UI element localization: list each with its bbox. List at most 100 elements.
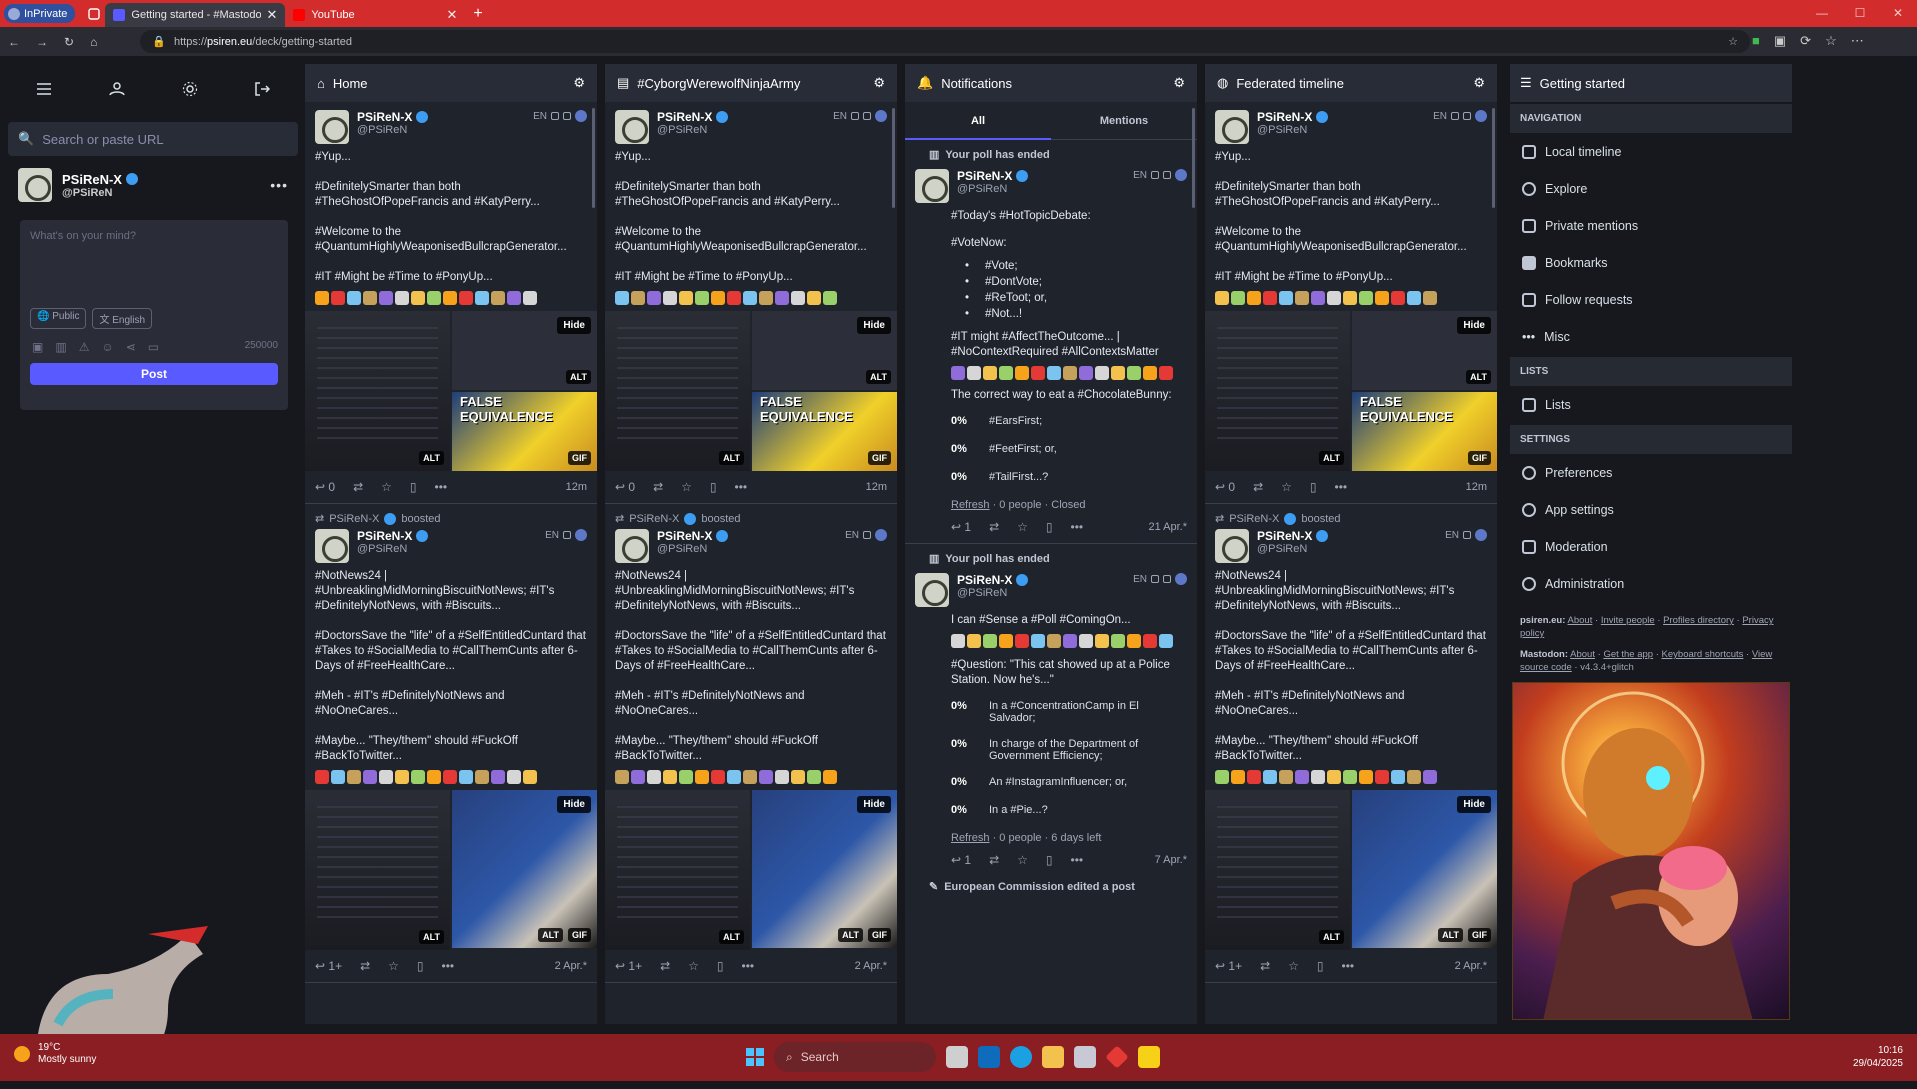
bookmark-button[interactable]: ▯ [1310, 480, 1317, 494]
nav-app-settings[interactable]: App settings [1510, 491, 1792, 528]
nav-private-mentions[interactable]: Private mentions [1510, 207, 1792, 244]
alt-badge[interactable]: ALT [866, 370, 891, 384]
bookmark-button[interactable]: ▯ [1046, 853, 1053, 867]
tab-mentions[interactable]: Mentions [1051, 102, 1197, 140]
nav-preferences[interactable]: Preferences [1510, 454, 1792, 491]
back-icon[interactable]: ← [8, 35, 20, 49]
nav-explore[interactable]: Explore [1510, 170, 1792, 207]
url-field[interactable]: 🔒 https://psiren.eu/deck/getting-started… [140, 30, 1750, 53]
boost-button[interactable]: ⇄ [989, 520, 999, 534]
reply-button[interactable]: ↩ 0 [615, 480, 635, 494]
current-account[interactable]: PSiReN-X @PSiReN ••• [8, 168, 298, 202]
poll-refresh-link[interactable]: Refresh [951, 832, 990, 844]
alt-badge[interactable]: ALT [1319, 451, 1344, 465]
hide-media-button[interactable]: Hide [1457, 796, 1491, 813]
media-gallery[interactable]: ALT Hide ALT FALSE EQUIVALENCE GIF [605, 311, 897, 471]
favourite-button[interactable]: ☆ [1281, 480, 1292, 494]
preferences-icon[interactable] [182, 81, 198, 97]
scrollbar[interactable] [592, 108, 595, 208]
edge-icon[interactable] [1010, 1046, 1032, 1068]
avatar[interactable] [615, 529, 649, 563]
boost-button[interactable]: ⇄ [660, 959, 670, 973]
status-card[interactable]: PSiReN-X @PSiReN EN #NotNews24 | #Unbreakl… [605, 525, 897, 983]
column-settings-icon[interactable]: ⚙ [1173, 75, 1185, 91]
reply-button[interactable]: ↩ 0 [1215, 480, 1235, 494]
poll-icon[interactable]: ▥ [55, 340, 66, 354]
emoji-icon[interactable]: ☺ [101, 340, 113, 354]
media-screenshot-image[interactable]: ALT [605, 790, 750, 950]
hamburger-menu-icon[interactable] [36, 82, 52, 96]
avatar[interactable] [915, 573, 949, 607]
avatar[interactable] [1215, 529, 1249, 563]
column-settings-icon[interactable]: ⚙ [573, 75, 585, 91]
alt-badge[interactable]: ALT [538, 928, 563, 942]
hide-media-button[interactable]: Hide [557, 317, 591, 334]
compose-form[interactable]: What's on your mind? 🌐 Public 文 English ▣… [20, 220, 288, 410]
nav-misc[interactable]: ••• Misc [1510, 318, 1792, 355]
hide-media-button[interactable]: Hide [857, 796, 891, 813]
extension-icon[interactable]: ▣ [1774, 33, 1786, 49]
reply-button[interactable]: ↩ 1+ [315, 959, 342, 973]
media-gif-image[interactable]: Hide ALT GIF [452, 790, 597, 948]
keyboard-shortcuts-link[interactable]: Keyboard shortcuts [1662, 649, 1744, 660]
close-window-button[interactable]: ✕ [1879, 0, 1917, 27]
reply-button[interactable]: ↩ 1 [951, 520, 971, 534]
status-card[interactable]: PSiReN-X @PSiReN EN #NotNews24 | #Unbreakl… [305, 525, 597, 983]
alt-badge[interactable]: ALT [838, 928, 863, 942]
content-warning-icon[interactable]: ⚠ [79, 340, 90, 354]
search-input[interactable]: 🔍 Search or paste URL [8, 122, 298, 156]
more-button[interactable]: ••• [1071, 853, 1084, 867]
visibility-button[interactable]: 🌐 Public [30, 308, 87, 329]
media-screenshot-image[interactable]: ALT [305, 311, 450, 471]
nav-lists[interactable]: Lists [1510, 386, 1792, 423]
bookmark-button[interactable]: ▯ [710, 480, 717, 494]
get-app-link[interactable]: Get the app [1603, 649, 1653, 660]
new-tab-button[interactable]: + [473, 5, 482, 23]
bookmark-button[interactable]: ▯ [1046, 520, 1053, 534]
avatar[interactable] [18, 168, 52, 202]
media-gif-image[interactable]: Hide ALT GIF [752, 790, 897, 948]
favourite-button[interactable]: ☆ [1017, 853, 1028, 867]
more-button[interactable]: ••• [742, 959, 755, 973]
reply-button[interactable]: ↩ 1+ [615, 959, 642, 973]
bookmark-icon[interactable]: ▭ [148, 340, 159, 354]
boost-button[interactable]: ⇄ [653, 480, 663, 494]
system-clock[interactable]: 10:16 29/04/2025 [1853, 1044, 1903, 1070]
compose-textarea[interactable]: What's on your mind? [30, 230, 278, 242]
mastodon-about-link[interactable]: About [1570, 649, 1595, 660]
about-link[interactable]: About [1568, 615, 1593, 626]
boost-button[interactable]: ⇄ [1260, 959, 1270, 973]
more-button[interactable]: ••• [1071, 520, 1084, 534]
invite-link[interactable]: Invite people [1601, 615, 1655, 626]
favorite-star-icon[interactable]: ☆ [1728, 35, 1738, 48]
boost-button[interactable]: ⇄ [353, 480, 363, 494]
forward-icon[interactable]: → [36, 35, 48, 49]
more-button[interactable]: ••• [735, 480, 748, 494]
status-card[interactable]: PSiReN-X @PSiReN EN #Yup... #DefinitelySmar… [605, 102, 897, 504]
reply-button[interactable]: ↩ 1+ [1215, 959, 1242, 973]
language-button[interactable]: 文 English [92, 308, 153, 329]
taskbar-search[interactable]: ⌕ Search [774, 1042, 936, 1072]
outlook-icon[interactable] [978, 1046, 1000, 1068]
reply-button[interactable]: ↩ 1 [951, 853, 971, 867]
share-icon[interactable]: ⋖ [126, 340, 136, 354]
nav-bookmarks[interactable]: Bookmarks [1510, 244, 1792, 281]
minimize-button[interactable]: — [1803, 0, 1841, 27]
reply-button[interactable]: ↩ 0 [315, 480, 335, 494]
column-header[interactable]: 🔔 Notifications ⚙ [905, 64, 1197, 102]
status-card[interactable]: PSiReN-X @PSiReN EN #Yup... #DefinitelySmar… [305, 102, 597, 504]
extensions-puzzle-icon[interactable]: ⟳ [1800, 33, 1811, 49]
avatar[interactable] [315, 529, 349, 563]
tab-all[interactable]: All [905, 102, 1051, 140]
maximize-button[interactable]: ☐ [1841, 0, 1879, 27]
app-icon[interactable] [1105, 1045, 1129, 1069]
favourite-button[interactable]: ☆ [388, 959, 399, 973]
scrollbar[interactable] [892, 108, 895, 208]
poll-refresh-link[interactable]: Refresh [951, 499, 990, 511]
close-tab-icon[interactable]: ✕ [447, 7, 458, 23]
media-gif-image[interactable]: FALSE EQUIVALENCE GIF [752, 392, 897, 471]
alt-badge[interactable]: ALT [719, 451, 744, 465]
alt-badge[interactable]: ALT [419, 930, 444, 944]
nav-follow-requests[interactable]: Follow requests [1510, 281, 1792, 318]
media-screenshot-image[interactable]: Hide ALT [1352, 311, 1497, 390]
